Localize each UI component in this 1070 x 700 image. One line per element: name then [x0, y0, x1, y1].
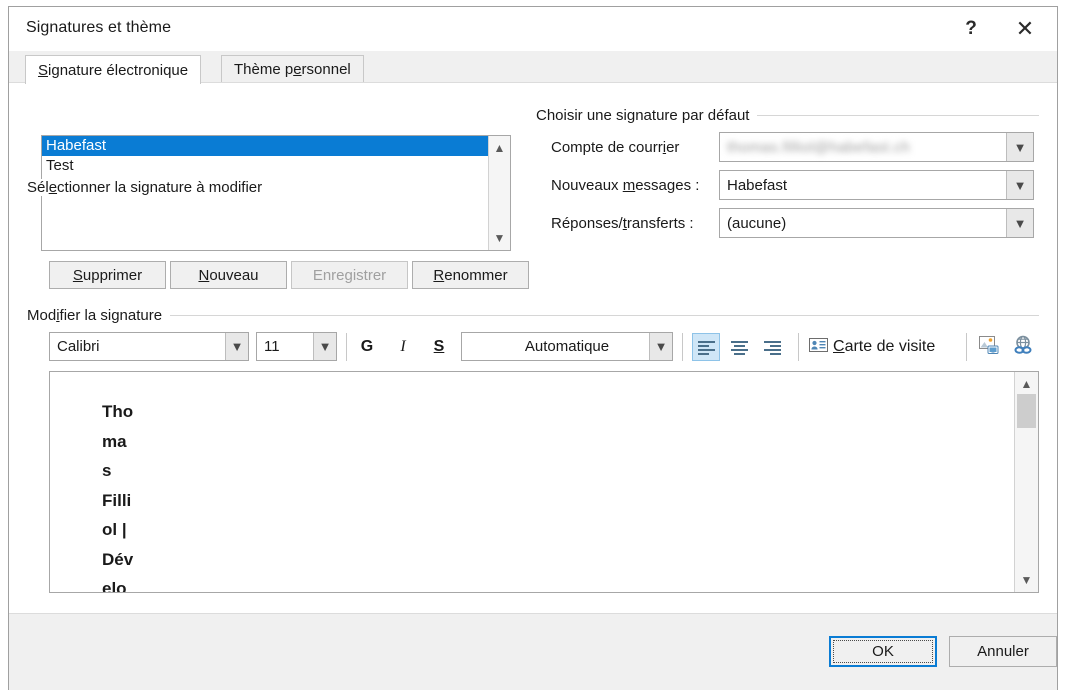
signatures-dialog: Signatures et thème ? ✕ Signature électr…	[8, 6, 1058, 690]
scroll-down-icon[interactable]: ▼	[1015, 570, 1038, 590]
new-signature-button[interactable]: Nouveau	[170, 261, 287, 289]
chevron-down-icon[interactable]: ▼	[225, 333, 248, 360]
font-color-value: Automatique	[524, 338, 610, 355]
tab-label-1-rest: ignature électronique	[48, 61, 189, 79]
underline-button[interactable]: S	[425, 333, 453, 361]
save-signature-button[interactable]: Enregistrer	[291, 261, 408, 289]
dialog-footer: OK Annuler	[9, 613, 1057, 690]
list-item[interactable]: Habefast	[42, 136, 510, 156]
insert-picture-icon	[978, 335, 1000, 360]
listbox-scrollbar[interactable]: ▲ ▼	[488, 136, 510, 250]
edit-signature-group-rule	[27, 315, 1039, 316]
tab-accel-1: S	[38, 61, 49, 79]
new-messages-label: Nouveaux messages :	[551, 177, 700, 194]
mail-account-combo[interactable]: thomas.filliol@habefast.ch ▼	[719, 132, 1034, 162]
cancel-button[interactable]: Annuler	[949, 636, 1057, 667]
title-bar: Signatures et thème ? ✕	[9, 7, 1057, 52]
insert-picture-button[interactable]	[975, 333, 1003, 361]
bold-button[interactable]: G	[353, 333, 381, 361]
align-center-button[interactable]	[725, 333, 753, 361]
scroll-thumb[interactable]	[1017, 394, 1036, 428]
business-card-icon	[809, 337, 828, 357]
font-size-combo[interactable]: 11 ▼	[256, 332, 337, 361]
replies-forwards-value: (aucune)	[727, 214, 787, 232]
select-signature-group-label: Sélectionner la signature à modifier	[27, 179, 271, 196]
scroll-up-icon[interactable]: ▲	[489, 138, 510, 158]
chevron-down-icon[interactable]: ▼	[1006, 133, 1033, 161]
window-title: Signatures et thème	[26, 19, 172, 36]
font-family-combo[interactable]: Calibri ▼	[49, 332, 249, 361]
toolbar-separator	[682, 333, 683, 361]
replies-forwards-combo[interactable]: (aucune) ▼	[719, 208, 1034, 238]
edit-signature-group-label: Modifier la signature	[27, 307, 171, 324]
signature-editor[interactable]: Tho ma s Filli ol | Dév elo ppe ▲ ▼	[49, 371, 1039, 593]
toolbar-separator	[966, 333, 967, 361]
tab-accel-2: e	[293, 61, 302, 78]
chevron-down-icon[interactable]: ▼	[313, 333, 336, 360]
font-family-value: Calibri	[57, 338, 100, 355]
align-center-icon	[730, 340, 748, 355]
signature-editor-content: Tho ma s Filli ol | Dév elo ppe	[102, 402, 134, 593]
scroll-up-icon[interactable]: ▲	[1015, 374, 1038, 394]
align-right-button[interactable]	[758, 333, 786, 361]
align-left-button[interactable]	[692, 333, 720, 361]
tab-label-2-post: rsonnel	[301, 61, 351, 78]
mail-account-label: Compte de courrier	[551, 139, 680, 156]
dialog-body: Sélectionner la signature à modifier Hab…	[9, 83, 1057, 613]
rename-signature-button[interactable]: Renommer	[412, 261, 529, 289]
help-icon[interactable]: ?	[947, 7, 995, 50]
new-messages-combo[interactable]: Habefast ▼	[719, 170, 1034, 200]
chevron-down-icon[interactable]: ▼	[649, 333, 672, 360]
align-left-icon	[697, 340, 715, 355]
delete-signature-button[interactable]: Supprimer	[49, 261, 166, 289]
tab-signature-electronique[interactable]: Signature électronique	[25, 55, 202, 84]
chevron-down-icon[interactable]: ▼	[1006, 209, 1033, 237]
editor-scrollbar[interactable]: ▲ ▼	[1014, 372, 1038, 592]
close-icon[interactable]: ✕	[1001, 7, 1049, 50]
chevron-down-icon[interactable]: ▼	[1006, 171, 1033, 199]
tab-theme-personnel[interactable]: Thème p e rsonnel	[221, 55, 364, 83]
business-card-label: Carte de visite	[833, 338, 936, 355]
new-messages-value: Habefast	[727, 176, 788, 194]
toolbar-separator	[346, 333, 347, 361]
insert-hyperlink-icon	[1012, 335, 1034, 360]
ok-button[interactable]: OK	[829, 636, 937, 667]
font-color-combo[interactable]: Automatique ▼	[461, 332, 673, 361]
default-signature-group-label: Choisir une signature par défaut	[536, 107, 758, 124]
insert-hyperlink-button[interactable]	[1009, 333, 1037, 361]
italic-button[interactable]: I	[389, 333, 417, 361]
tab-label-2-pre: Thème p	[234, 61, 294, 78]
align-right-icon	[763, 340, 781, 355]
font-size-value: 11	[264, 338, 280, 355]
tab-strip: Signature électronique Thème p e rsonnel	[9, 51, 1057, 84]
replies-forwards-label: Réponses/transferts :	[551, 215, 694, 232]
toolbar-separator	[798, 333, 799, 361]
list-item[interactable]: Test	[42, 156, 510, 176]
business-card-button[interactable]: Carte de visite	[809, 333, 959, 361]
mail-account-value: thomas.filliol@habefast.ch	[727, 138, 911, 156]
focus-ring	[833, 640, 933, 663]
scroll-down-icon[interactable]: ▼	[489, 228, 510, 248]
